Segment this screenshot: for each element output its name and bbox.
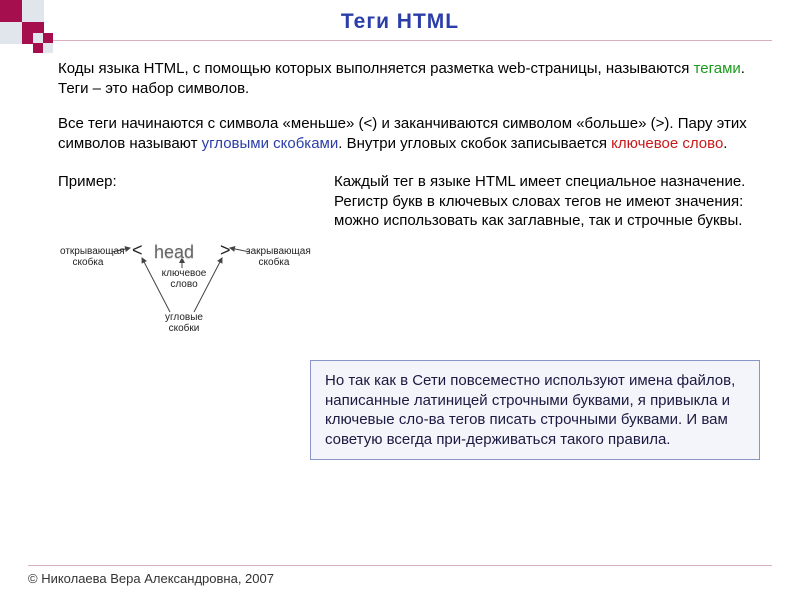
footer-copyright: © Николаева Вера Александровна, 2007: [28, 571, 274, 586]
diagram-open-label: открывающая скобка: [60, 246, 116, 268]
example-row: Пример: < head > открываю: [58, 172, 760, 346]
intro-text-b: .: [741, 60, 745, 77]
term-angle-brackets: угловыми скобками: [202, 135, 339, 152]
para2-b: . Внутри угловых скобок записывается: [338, 135, 611, 152]
page-title: Теги HTML: [0, 0, 800, 34]
example-column: Пример: < head > открываю: [58, 172, 318, 346]
term-tags: тегами: [694, 60, 741, 77]
diagram-lt: <: [132, 238, 143, 262]
content-body: Коды языка HTML, с помощью которых выпол…: [0, 41, 800, 346]
intro-text-a: Коды языка HTML, с помощью которых выпол…: [58, 60, 694, 77]
intro-line2: Теги – это набор символов.: [58, 80, 249, 97]
diagram-close-label: закрывающая скобка: [246, 246, 302, 268]
para2-c: .: [723, 135, 727, 152]
term-keyword: ключевое слово: [611, 135, 723, 152]
diagram-gt: >: [220, 238, 231, 262]
example-label: Пример:: [58, 172, 318, 192]
diagram-keyword-label: ключевое слово: [156, 268, 212, 290]
diagram-angle-label: угловые скобки: [156, 312, 212, 334]
note-box: Но так как в Сети повсеместно используют…: [310, 360, 760, 460]
logo-icon: [0, 0, 60, 60]
brackets-paragraph: Все теги начинаются с символа «меньше» (…: [58, 114, 760, 155]
right-text: Каждый тег в языке HTML имеет специально…: [334, 172, 760, 231]
intro-paragraph: Коды языка HTML, с помощью которых выпол…: [58, 59, 760, 100]
tag-diagram: < head > открывающая скобка закрывающая …: [58, 196, 318, 346]
diagram-head-text: head: [148, 238, 200, 266]
footer-divider: [28, 565, 772, 566]
